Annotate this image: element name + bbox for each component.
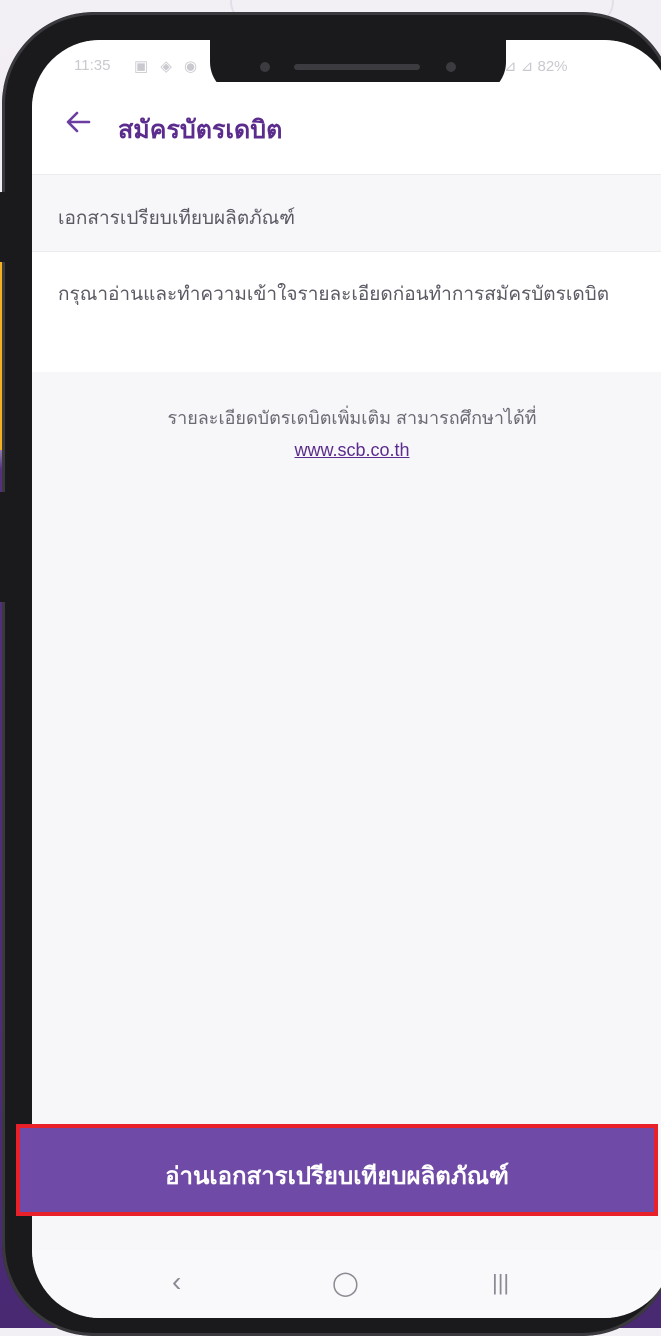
nav-back-button[interactable]: ‹	[172, 1266, 181, 1298]
camera-icon	[260, 62, 270, 72]
read-comparison-document-label: อ่านเอกสารเปรียบเทียบผลิตภัณฑ์	[165, 1163, 509, 1190]
description-text: กรุณาอ่านและทำความเข้าใจรายละเอียดก่อนทำ…	[58, 284, 610, 305]
nav-home-button[interactable]: ◯	[332, 1269, 359, 1298]
nav-recents-button[interactable]: |||	[492, 1270, 509, 1296]
status-signal-battery: ⊿ ⊿ 82%	[504, 58, 568, 75]
phone-volume-button	[0, 192, 8, 262]
section-header-label: เอกสารเปรียบเทียบผลิตภัณฑ์	[58, 208, 296, 229]
android-nav-bar: ‹ ◯ |||	[32, 1250, 661, 1318]
info-text: รายละเอียดบัตรเดบิตเพิ่มเติม สามารถศึกษา…	[167, 408, 537, 428]
section-header: เอกสารเปรียบเทียบผลิตภัณฑ์	[32, 175, 661, 252]
page-title: สมัครบัตรเดบิต	[118, 116, 283, 144]
sensor-icon	[446, 62, 456, 72]
speaker-grille	[294, 64, 420, 70]
back-arrow-icon[interactable]	[64, 108, 92, 136]
scb-website-link[interactable]: www.scb.co.th	[32, 434, 661, 466]
status-time: 11:35	[74, 57, 111, 74]
phone-power-button	[0, 492, 8, 602]
description-card: กรุณาอ่านและทำความเข้าใจรายละเอียดก่อนทำ…	[32, 252, 661, 372]
status-notification-icons: ▣ ◈ ◉	[134, 58, 202, 75]
read-comparison-document-button[interactable]: อ่านเอกสารเปรียบเทียบผลิตภัณฑ์	[16, 1124, 658, 1216]
app-bar: สมัครบัตรเดบิต	[32, 82, 661, 175]
info-block: รายละเอียดบัตรเดบิตเพิ่มเติม สามารถศึกษา…	[32, 402, 661, 466]
